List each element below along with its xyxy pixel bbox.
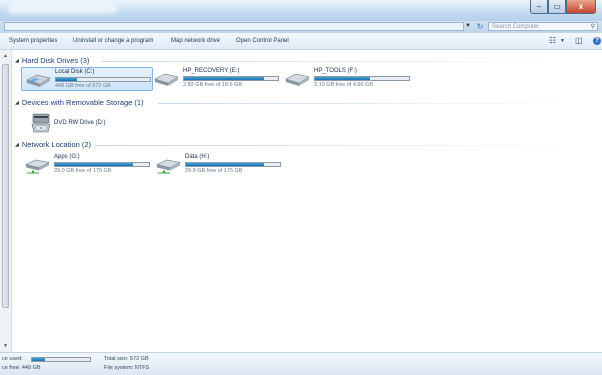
drive-hp-tools-f[interactable]: HP_TOOLS (F:) 2.10 GB free of 4.96 GB — [281, 67, 413, 91]
drive-name: Data (H:) — [185, 154, 210, 160]
window-title-bar: – ▭ x — [0, 0, 602, 21]
drive-usage-bar — [183, 76, 279, 81]
drive-name: Apps (G:) — [54, 154, 80, 160]
preview-pane-icon[interactable]: ◫ — [575, 36, 583, 46]
window-controls: – ▭ x — [530, 0, 596, 14]
drive-free-space: 29.0 GB free of 175 GB — [54, 168, 112, 174]
change-view-icon[interactable]: ☷ — [549, 36, 556, 46]
address-field[interactable] — [4, 22, 464, 31]
chevron-down-icon[interactable]: ▼ — [463, 22, 473, 31]
vertical-scrollbar[interactable]: ▲ ▼ — [0, 50, 12, 352]
scrollbar-thumb[interactable] — [2, 64, 9, 308]
drive-name: DVD RW Drive (D:) — [54, 120, 106, 126]
dvd-drive-icon — [31, 113, 51, 133]
close-button[interactable]: x — [566, 0, 596, 14]
group-divider — [95, 145, 582, 146]
drive-local-disk-c[interactable]: Local Disk (C:) 448 GB free of 572 GB — [21, 67, 153, 91]
group-title: Network Location (2) — [21, 140, 92, 149]
drive-dvd-rw-d[interactable]: DVD RW Drive (D:) — [21, 111, 121, 135]
drive-free-space: 448 GB free of 572 GB — [55, 83, 111, 89]
drive-usage-bar — [55, 77, 151, 82]
search-input[interactable]: Search Computer ⚲ — [488, 22, 598, 31]
help-icon[interactable]: ? — [593, 37, 601, 45]
view-options-chevron-icon[interactable]: ▼ — [560, 36, 565, 46]
drive-free-space: 2.10 GB free of 4.96 GB — [314, 82, 374, 88]
drive-name: Local Disk (C:) — [55, 69, 95, 75]
group-title: Hard Disk Drives (3) — [21, 56, 90, 65]
maximize-button[interactable]: ▭ — [548, 0, 566, 14]
hard-drive-icon — [26, 74, 51, 87]
drive-apps-g[interactable]: Apps (G:) 29.0 GB free of 175 GB — [21, 153, 153, 177]
group-divider — [102, 61, 582, 62]
drive-usage-bar — [314, 76, 410, 81]
total-size-label: Total size: 572 GB — [104, 356, 149, 362]
drive-hp-recovery-e[interactable]: HP_RECOVERY (E:) 2.83 GB free of 18.6 GB — [150, 67, 282, 91]
drive-free-space: 29.8 GB free of 175 GB — [185, 168, 243, 174]
group-header-network-location[interactable]: ◢ Network Location (2) — [15, 140, 91, 150]
scroll-down-icon[interactable]: ▼ — [1, 343, 10, 349]
status-bar: ce used: ce free: 448 GB Total size: 572… — [0, 352, 602, 375]
drive-usage-fill — [315, 77, 370, 80]
space-free-label: ce free: 448 GB — [2, 365, 41, 371]
scroll-up-icon[interactable]: ▲ — [1, 53, 10, 59]
space-used-label: ce used: — [2, 356, 23, 362]
map-network-drive-button[interactable]: Map network drive — [171, 37, 220, 45]
drive-name: HP_RECOVERY (E:) — [183, 68, 240, 74]
refresh-icon[interactable]: ↻ — [474, 21, 486, 32]
drive-usage-fill — [184, 77, 264, 80]
uninstall-program-button[interactable]: Uninstall or change a program — [73, 37, 153, 45]
drive-usage-bar — [54, 162, 150, 167]
search-placeholder: Search Computer — [492, 24, 540, 30]
group-header-hard-disk-drives[interactable]: ◢ Hard Disk Drives (3) — [15, 56, 89, 66]
drive-data-h[interactable]: Data (H:) 29.8 GB free of 175 GB — [152, 153, 284, 177]
group-header-removable-storage[interactable]: ◢ Devices with Removable Storage (1) — [15, 98, 144, 108]
address-bar: ▼ ↻ Search Computer ⚲ — [0, 21, 602, 33]
title-bar-highlight — [8, 4, 118, 14]
group-title: Devices with Removable Storage (1) — [21, 98, 144, 107]
open-control-panel-button[interactable]: Open Control Panel — [236, 37, 289, 45]
drive-name: HP_TOOLS (F:) — [314, 68, 357, 74]
drive-free-space: 2.83 GB free of 18.6 GB — [183, 82, 243, 88]
drive-usage-bar — [185, 162, 281, 167]
collapse-triangle-icon[interactable]: ◢ — [15, 142, 19, 148]
system-properties-button[interactable]: System properties — [9, 37, 57, 45]
network-drive-icon — [25, 159, 50, 174]
search-icon: ⚲ — [590, 24, 595, 30]
collapse-triangle-icon[interactable]: ◢ — [15, 58, 19, 64]
group-divider — [158, 103, 582, 104]
drive-usage-fill — [186, 163, 265, 166]
command-bar: System properties Uninstall or change a … — [0, 33, 602, 50]
space-used-fill — [32, 358, 45, 361]
collapse-triangle-icon[interactable]: ◢ — [15, 100, 19, 106]
drive-usage-fill — [56, 78, 77, 81]
drive-usage-fill — [55, 163, 134, 166]
hard-drive-icon — [285, 73, 310, 86]
space-used-bar — [31, 357, 91, 362]
hard-drive-icon — [154, 73, 179, 86]
minimize-button[interactable]: – — [530, 0, 548, 14]
file-system-label: File system: NTFS — [104, 365, 150, 371]
network-drive-icon — [156, 159, 181, 174]
